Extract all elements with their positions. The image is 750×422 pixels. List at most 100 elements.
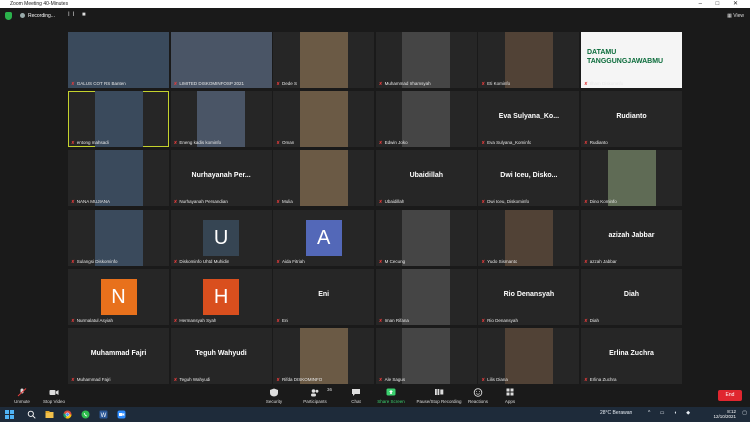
svg-text:W: W: [101, 413, 107, 419]
participant-tile[interactable]: A ✘ Aida Fitriah: [273, 209, 375, 266]
participant-tile[interactable]: U ✘ Diskominfo Uhtd Muhidin: [170, 209, 272, 266]
chrome-icon[interactable]: [63, 410, 72, 419]
participant-tile[interactable]: ✘ Muhammad Irhamsyah: [375, 32, 477, 88]
encryption-shield-icon[interactable]: [5, 12, 12, 20]
participant-tile[interactable]: ✘ Oman: [273, 91, 375, 148]
participant-tile[interactable]: ✘ M Cecung: [375, 209, 477, 266]
search-icon[interactable]: [27, 410, 36, 419]
participant-name: Sulangsi Diskominfo: [76, 258, 118, 264]
participant-tile[interactable]: ✘ Mulia: [273, 150, 375, 207]
participant-video: [402, 328, 451, 384]
participant-video: [402, 209, 451, 266]
security-button[interactable]: Security: [254, 388, 294, 404]
muted-mic-icon: ✘: [481, 377, 486, 382]
participant-tile[interactable]: ✘ Lilis Diana: [478, 328, 580, 384]
chat-bubble-icon: [352, 389, 360, 396]
participant-name: Mulia: [281, 199, 293, 205]
zoom-taskbar-icon[interactable]: [117, 410, 126, 419]
participant-tile[interactable]: DATAMU TANGGUNGJAWABMU ✘ Ilham Diskomnfo: [581, 32, 682, 88]
stop-video-button[interactable]: Stop Video: [34, 388, 74, 404]
participant-tile[interactable]: ✘ NANA MUJIANA: [68, 150, 169, 207]
participant-tile[interactable]: Diah ✘ Diah: [581, 268, 682, 325]
video-camera-icon: [49, 390, 59, 395]
title-bar: Zoom Meeting 40-Minutes – □ ✕: [0, 0, 750, 8]
participant-name-label: ✘ Hermansyah Syah: [174, 318, 217, 324]
participant-tile[interactable]: Nurhayanah Per... ✘ Nurhayanah Persandian: [170, 150, 272, 207]
participant-tile[interactable]: N ✘ Nurmalatul Asyiah: [68, 268, 169, 325]
participant-tile[interactable]: ✘ Yudo Sismanto: [478, 209, 580, 266]
participant-name: Rudianto: [589, 140, 608, 146]
participant-video: [402, 32, 451, 88]
participant-tile[interactable]: Ubaidillah ✘ Ubaidillah: [375, 150, 477, 207]
participant-name: Muhammad Fajri: [76, 377, 111, 382]
participant-name-label: ✘ Yudo Sismanto: [481, 259, 517, 265]
unmute-label: Unmute: [14, 399, 30, 404]
security-label: Security: [265, 399, 283, 404]
muted-mic-icon: ✘: [481, 81, 486, 86]
participant-tile[interactable]: Erlina Zuchra ✘ Erlina Zuchra: [581, 328, 682, 384]
participant-name-label: ✘ Nurmalatul Asyiah: [71, 318, 113, 324]
muted-mic-icon: ✘: [173, 140, 178, 146]
muted-mic-icon: ✘: [378, 317, 383, 323]
view-button[interactable]: ▦ View: [727, 13, 744, 19]
participant-tile[interactable]: ✘ LIMITED DISKOMINFOSP 2021: [170, 32, 272, 88]
participant-display-name: Nurhayanah Per...: [191, 172, 251, 180]
muted-mic-icon: ✘: [584, 199, 588, 205]
participant-tile[interactable]: Muhammad Fajri ✘ Muhammad Fajri: [68, 328, 169, 384]
participant-video: [299, 150, 348, 207]
share-screen-button[interactable]: Share Screen: [371, 388, 411, 404]
participant-display-name: Ubaidillah: [409, 172, 444, 180]
system-tray-icons[interactable]: ^ ▭ ◖ ◆: [648, 410, 694, 416]
taskbar-clock[interactable]: 8:12 12/10/2021: [713, 409, 736, 419]
participant-tile[interactable]: ✘ Rifda DISKOMINFO: [273, 328, 375, 384]
muted-mic-icon: ✘: [584, 140, 588, 146]
pause-stop-recording-button[interactable]: Pause/Stop Recording: [416, 388, 462, 404]
gallery-grid: ✘ GALUS COT RS Banten ✘ LIMITED DISKOMINFOS…: [68, 32, 682, 384]
windows-start-icon[interactable]: [5, 410, 14, 419]
participant-tile[interactable]: Rudianto ✘ Rudianto: [581, 91, 682, 148]
muted-mic-icon: ✘: [378, 377, 383, 382]
participant-tile[interactable]: ✘ Dino Kominfo: [581, 150, 682, 207]
participant-tile[interactable]: ✘ Edwin Joko: [375, 91, 477, 148]
participant-tile[interactable]: Teguh Wahyudi ✘ Teguh Wahyudi: [170, 328, 272, 384]
participant-tile[interactable]: ✘ Ale Sagus: [375, 328, 477, 384]
muted-mic-icon: ✘: [276, 377, 280, 382]
participant-tile[interactable]: ✘ entong mahsadi: [68, 91, 169, 148]
weather-widget[interactable]: 28°C Berawan: [600, 410, 632, 416]
end-meeting-button[interactable]: End: [718, 390, 742, 401]
participant-video: [504, 209, 553, 266]
participant-tile[interactable]: ✘ Eti Kominfo: [478, 32, 580, 88]
participant-tile[interactable]: ✘ Eneng kadis kominfo: [170, 91, 272, 148]
participant-name-label: ✘ Muhammad Irhamsyah: [379, 81, 431, 87]
apps-button[interactable]: Apps: [490, 388, 530, 404]
notifications-icon[interactable]: ▢: [742, 410, 747, 416]
participant-name: entong mahsadi: [76, 140, 109, 146]
participant-tile[interactable]: Rio Denansyah ✘ Rio Denansyah: [478, 268, 580, 325]
participant-tile[interactable]: azizah Jabbar ✘ azzah Jabbar: [581, 209, 682, 266]
participant-tile[interactable]: ✘ GALUS COT RS Banten: [68, 32, 169, 88]
pause-stop-recording-controls[interactable]: II ■: [68, 12, 89, 18]
whatsapp-icon[interactable]: [81, 410, 90, 419]
participant-tile[interactable]: Dwi Iceu, Disko... ✘ Dwi Iceu, Diskominfo: [478, 150, 580, 207]
participant-name-label: ✘ Lilis Diana: [481, 377, 508, 383]
participant-tile[interactable]: H ✘ Hermansyah Syah: [170, 268, 272, 325]
participant-tile[interactable]: ✘ Sulangsi Diskominfo: [68, 209, 169, 266]
participant-name-label: ✘ Nurhayanah Persandian: [174, 199, 228, 205]
shield-icon: [270, 388, 278, 397]
participant-video: [299, 328, 348, 384]
participant-name: Eni: [281, 317, 289, 323]
file-explorer-icon[interactable]: [45, 410, 54, 419]
word-icon[interactable]: W: [99, 410, 108, 419]
participant-tile[interactable]: Eva Sulyana_Ko... ✘ Eva Sulyana_Kominfo: [478, 91, 580, 148]
participant-name-label: ✘ Sulangsi Diskominfo: [71, 259, 118, 265]
chat-label: Chat: [351, 399, 361, 404]
participant-name-label: ✘ LIMITED DISKOMINFOSP 2021: [174, 81, 244, 87]
chat-button[interactable]: Chat: [336, 388, 376, 404]
participant-video: [94, 209, 143, 266]
participant-name: azzah Jabbar: [589, 258, 617, 264]
participant-video: DATAMU TANGGUNGJAWABMU: [581, 32, 682, 88]
window-controls[interactable]: – □ ✕: [699, 0, 744, 7]
participant-tile[interactable]: Eni ✘ Eni: [273, 268, 375, 325]
participant-tile[interactable]: ✘ Dede S: [273, 32, 375, 88]
participant-tile[interactable]: ✘ Iman Rifana: [375, 268, 477, 325]
